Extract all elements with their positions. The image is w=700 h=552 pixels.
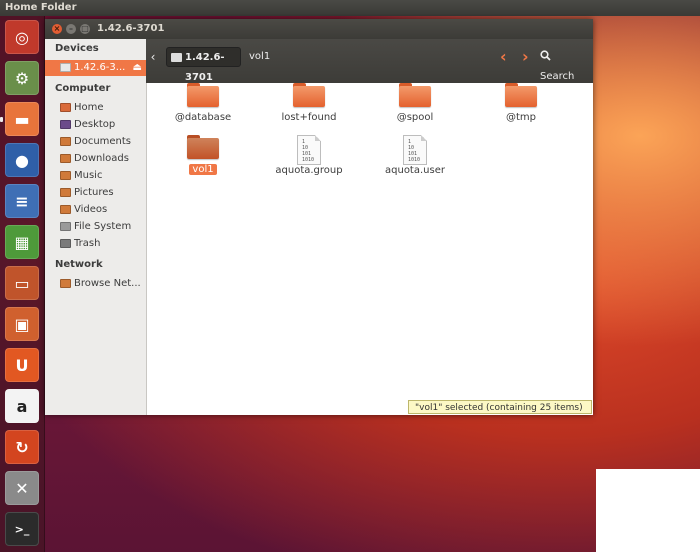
terminal-icon[interactable]: >_	[5, 512, 39, 546]
toolbar: ‹ 1.42.6-3701 vol1 ‹ › Search	[146, 39, 593, 83]
pictures-icon	[60, 188, 71, 197]
sidebar-item-label: Documents	[74, 136, 132, 147]
sidebar-item-videos[interactable]: Videos	[45, 202, 146, 218]
top-panel-title: Home Folder	[5, 2, 77, 13]
sidebar-item-label: 1.42.6-3...	[74, 62, 126, 73]
sidebar-item-documents[interactable]: Documents	[45, 134, 146, 150]
folder-item[interactable]: vol1	[150, 135, 256, 175]
files-icon[interactable]: ▬	[5, 102, 39, 136]
sidebar-item-label: Browse Net...	[74, 278, 141, 289]
sidebar-item-file-system[interactable]: File System	[45, 219, 146, 235]
firefox-icon[interactable]: ●	[5, 143, 39, 177]
binary-file-icon: 1 10 101 1010	[297, 135, 321, 165]
sidebar-item-label: Pictures	[74, 187, 114, 198]
search-button[interactable]: Search	[534, 47, 593, 82]
amazon-icon[interactable]: a	[5, 389, 39, 423]
sidebar-item-trash[interactable]: Trash	[45, 236, 146, 252]
search-icon	[540, 50, 551, 61]
window-titlebar[interactable]: × – □ 1.42.6-3701	[45, 19, 593, 39]
ubuntu-one-icon[interactable]: U	[5, 348, 39, 382]
binary-file-icon: 1 10 101 1010	[403, 135, 427, 165]
folder-icon	[293, 83, 325, 107]
folder-icon	[187, 83, 219, 107]
system-settings-icon[interactable]: ⚙	[5, 61, 39, 95]
impress-icon[interactable]: ▭	[5, 266, 39, 300]
next-arrow-icon[interactable]: ›	[516, 47, 535, 67]
software-center-icon[interactable]: ▣	[5, 307, 39, 341]
blank-region	[596, 469, 700, 552]
maximize-button[interactable]: □	[80, 24, 90, 34]
filesystem-icon	[60, 222, 71, 231]
folder-item[interactable]: @spool	[362, 83, 468, 123]
item-label: @tmp	[505, 112, 536, 123]
sidebar-item-browse-net[interactable]: Browse Net...	[45, 276, 146, 292]
downloads-icon	[60, 154, 71, 163]
file-grid: @database lost+found @spool @tmp vol1 1 10 10…	[147, 83, 593, 415]
sidebar-item-label: Trash	[74, 238, 101, 249]
sidebar-item-desktop[interactable]: Desktop	[45, 117, 146, 133]
sidebar-item-label: Downloads	[74, 153, 129, 164]
sidebar-item-pictures[interactable]: Pictures	[45, 185, 146, 201]
calc-icon[interactable]: ▦	[5, 225, 39, 259]
drive-icon	[171, 53, 182, 62]
sidebar-item-label: Home	[74, 102, 104, 113]
launcher: ◎ ⚙ ▬ ● ≡ ▦ ▭ ▣ Ua ↻ ✕ >_	[0, 16, 45, 552]
sidebar-header-computer: Computer	[55, 83, 111, 94]
sidebar-item-label: Videos	[74, 204, 108, 215]
folder-icon	[399, 83, 431, 107]
item-label: @database	[174, 112, 232, 123]
running-indicator	[0, 117, 3, 122]
folder-icon	[187, 135, 219, 159]
item-label: aquota.user	[385, 165, 445, 176]
eject-icon[interactable]: ⏏	[133, 60, 142, 76]
folder-item[interactable]: lost+found	[256, 83, 362, 123]
prev-arrow-icon[interactable]: ‹	[494, 47, 513, 67]
videos-icon	[60, 205, 71, 214]
drive-icon	[60, 63, 71, 72]
folder-icon	[505, 83, 537, 107]
dash-icon[interactable]: ◎	[5, 20, 39, 54]
sidebar-item-home[interactable]: Home	[45, 100, 146, 116]
sidebar-item-downloads[interactable]: Downloads	[45, 151, 146, 167]
sidebar-item-label: Desktop	[74, 119, 116, 130]
item-label: @spool	[396, 112, 434, 123]
path-button-drive[interactable]: 1.42.6-3701	[166, 47, 241, 83]
path-back-button[interactable]: ‹	[146, 47, 160, 67]
sidebar-item-1-42-6-3[interactable]: 1.42.6-3... ⏏	[45, 60, 146, 76]
file-item[interactable]: 1 10 101 1010 aquota.group	[256, 135, 362, 176]
search-label: Search	[540, 71, 575, 82]
sidebar-item-label: Music	[74, 170, 103, 181]
update-manager-icon[interactable]: ↻	[5, 430, 39, 464]
places-sidebar: Devices 1.42.6-3... ⏏ Computer Home Desktop Do…	[45, 39, 147, 415]
folder-item[interactable]: @database	[150, 83, 256, 123]
top-panel: Home Folder	[0, 0, 700, 16]
file-manager-window: × – □ 1.42.6-3701 Devices 1.42.6-3... ⏏ Com…	[45, 19, 593, 415]
path-button-vol1[interactable]: vol1	[243, 47, 276, 67]
close-button[interactable]: ×	[52, 24, 62, 34]
music-icon	[60, 171, 71, 180]
status-tooltip: "vol1" selected (containing 25 items)	[408, 400, 592, 414]
file-item[interactable]: 1 10 101 1010 aquota.user	[362, 135, 468, 176]
folder-item[interactable]: @tmp	[468, 83, 574, 123]
sidebar-item-label: File System	[74, 221, 132, 232]
item-label: lost+found	[281, 112, 337, 123]
sidebar-header-devices: Devices	[55, 43, 99, 54]
item-label: vol1	[189, 164, 217, 175]
trash-icon	[60, 239, 71, 248]
minimize-button[interactable]: –	[66, 24, 76, 34]
sidebar-header-network: Network	[55, 259, 103, 270]
writer-icon[interactable]: ≡	[5, 184, 39, 218]
network-icon	[60, 279, 71, 288]
sidebar-item-music[interactable]: Music	[45, 168, 146, 184]
documents-icon	[60, 137, 71, 146]
path-label-drive: 1.42.6-3701	[185, 52, 225, 83]
settings-tools-icon[interactable]: ✕	[5, 471, 39, 505]
item-label: aquota.group	[275, 165, 343, 176]
home-icon	[60, 103, 71, 112]
desktop-icon	[60, 120, 71, 129]
window-title: 1.42.6-3701	[97, 23, 165, 34]
